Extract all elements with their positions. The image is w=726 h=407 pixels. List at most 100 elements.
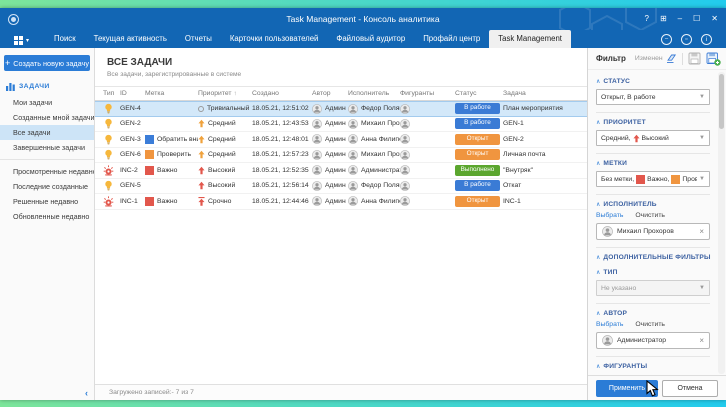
help-button[interactable]: ?: [645, 14, 649, 24]
table-row[interactable]: GEN-3 Обратить вни: [95, 132, 587, 148]
participant-avatar: [400, 150, 410, 160]
table-row[interactable]: GEN-4: [95, 101, 587, 117]
label-swatch: [145, 197, 154, 206]
chevron-down-icon: ▼: [699, 176, 705, 182]
nav-tab[interactable]: Файловый аудитор: [327, 30, 414, 48]
cancel-button[interactable]: Отмена: [662, 380, 718, 397]
nav-tab[interactable]: Поиск: [45, 30, 85, 48]
create-task-button[interactable]: + Создать новую задачу: [4, 55, 90, 71]
nav-tab[interactable]: Профайл центр: [414, 30, 489, 48]
labels-select[interactable]: Без метки, Важно, Проверить, ▼: [596, 171, 710, 187]
column-task[interactable]: Задача: [503, 90, 587, 97]
table-header: Тип ID Метка Приоритет↑ Создано Автор Ис…: [95, 86, 587, 101]
sidebar-item[interactable]: Просмотренные недавно: [0, 164, 94, 179]
avatar: [348, 119, 358, 129]
executor-clear-link[interactable]: Очистить: [635, 212, 665, 219]
nav-tab[interactable]: Отчеты: [176, 30, 221, 48]
priority-text: Средний: [208, 120, 236, 127]
sidebar-item[interactable]: Обновленные недавно: [0, 209, 94, 224]
remove-chip-icon[interactable]: ×: [699, 227, 704, 236]
sidebar-item[interactable]: Завершенные задачи: [0, 140, 94, 155]
remove-chip-icon[interactable]: ×: [699, 336, 704, 345]
collapse-section-icon[interactable]: ∧: [596, 363, 600, 370]
nav-tab[interactable]: Task Management: [489, 30, 571, 48]
sidebar-item[interactable]: Решенные недавно: [0, 194, 94, 209]
author-name: Админ: [325, 151, 346, 158]
participant-avatar: [400, 134, 410, 144]
app-menu-icon: [14, 36, 23, 45]
page-subtitle: Все задачи, зарегистрированные в системе: [107, 71, 587, 78]
type-select[interactable]: Не указано ▼: [596, 280, 710, 296]
task-id: GEN-6: [120, 151, 145, 158]
window-title: Task Management - Консоль аналитика: [0, 14, 726, 24]
column-executor[interactable]: Исполнитель: [348, 90, 400, 97]
sidebar-item[interactable]: Последние созданные: [0, 179, 94, 194]
lightbulb-icon: [103, 103, 114, 114]
collapse-section-icon[interactable]: ∧: [596, 254, 600, 261]
author-chip[interactable]: Администратор ×: [596, 332, 710, 349]
label-swatch-orange: [671, 175, 680, 184]
nav-tab[interactable]: Карточки пользователей: [221, 30, 328, 48]
label-text: Обратить вни: [157, 136, 198, 143]
priority-select[interactable]: Средний, Высокий ▼: [596, 130, 710, 146]
maximize-button[interactable]: ☐: [693, 14, 700, 24]
priority-text: Средний: [208, 151, 236, 158]
app-icon: [8, 14, 19, 25]
priority-trivial-icon: [198, 106, 204, 112]
collapse-section-icon[interactable]: ∧: [596, 310, 600, 317]
app-window: Task Management - Консоль аналитика ? ⊞ …: [0, 8, 726, 400]
collapse-section-icon[interactable]: ∧: [596, 119, 600, 126]
column-label[interactable]: Метка: [145, 90, 198, 97]
author-name: Админ: [325, 167, 346, 174]
scrollbar-thumb[interactable]: [719, 74, 724, 129]
sidebar-item[interactable]: Мои задачи: [0, 95, 94, 110]
table-row[interactable]: GEN-6 Проверить: [95, 148, 587, 164]
nav-tab[interactable]: Текущая активность: [85, 30, 176, 48]
filter-section-type: ∧ ТИП Не указано ▼: [596, 263, 710, 296]
table-row[interactable]: GEN-2: [95, 117, 587, 133]
ribbon-icons: − ▫ i: [661, 30, 712, 48]
sidebar-item[interactable]: Все задачи: [0, 125, 94, 140]
sidebar-item[interactable]: Созданные мной задачи: [0, 110, 94, 125]
status-select[interactable]: Открыт, В работе ▼: [596, 89, 710, 105]
column-priority[interactable]: Приоритет↑: [198, 90, 252, 97]
column-type[interactable]: Тип: [103, 90, 120, 97]
table-row[interactable]: INC-2 Важно: [95, 163, 587, 179]
column-id[interactable]: ID: [120, 90, 145, 97]
author-select-link[interactable]: Выбрать: [596, 321, 623, 328]
avatar: [312, 134, 322, 144]
table-row[interactable]: GEN-5: [95, 179, 587, 195]
collapse-section-icon[interactable]: ∧: [596, 269, 600, 276]
minimize-button[interactable]: –: [678, 14, 682, 24]
created-at: 18.05.21, 12:52:35: [252, 167, 312, 174]
app-menu-button[interactable]: ▾: [14, 36, 29, 45]
status-badge: В работе: [455, 118, 500, 129]
participant-avatar: [400, 181, 410, 191]
column-created[interactable]: Создано: [252, 90, 312, 97]
settings-icon[interactable]: ▫: [681, 34, 692, 45]
feedback-icon[interactable]: −: [661, 34, 672, 45]
table-row[interactable]: INC-1 Важно: [95, 194, 587, 210]
save-filter-icon[interactable]: [688, 52, 701, 65]
info-icon[interactable]: i: [701, 34, 712, 45]
column-status[interactable]: Статус: [455, 90, 503, 97]
column-author[interactable]: Автор: [312, 90, 348, 97]
sidebar-divider: [0, 159, 94, 160]
filter-body: ∧ СТАТУС Открыт, В работе ▼ ∧ ПРИОРИТЕТ: [588, 70, 726, 375]
collapse-section-icon[interactable]: ∧: [596, 78, 600, 85]
created-at: 18.05.21, 12:44:46: [252, 198, 312, 205]
panel-button[interactable]: ⊞: [660, 14, 667, 24]
collapse-section-icon[interactable]: ∧: [596, 201, 600, 208]
save-filter-as-icon[interactable]: [706, 52, 721, 66]
avatar: [312, 104, 322, 114]
close-button[interactable]: ✕: [711, 14, 718, 24]
column-participants[interactable]: Фигуранты: [400, 90, 455, 97]
author-clear-link[interactable]: Очистить: [635, 321, 665, 328]
clear-filter-icon[interactable]: [664, 52, 677, 65]
collapse-section-icon[interactable]: ∧: [596, 160, 600, 167]
collapse-sidebar-icon[interactable]: ‹: [85, 388, 88, 398]
task-id: GEN-3: [120, 136, 145, 143]
scrollbar[interactable]: [718, 72, 725, 374]
executor-select-link[interactable]: Выбрать: [596, 212, 623, 219]
executor-chip[interactable]: Михаил Прохоров ×: [596, 223, 710, 240]
